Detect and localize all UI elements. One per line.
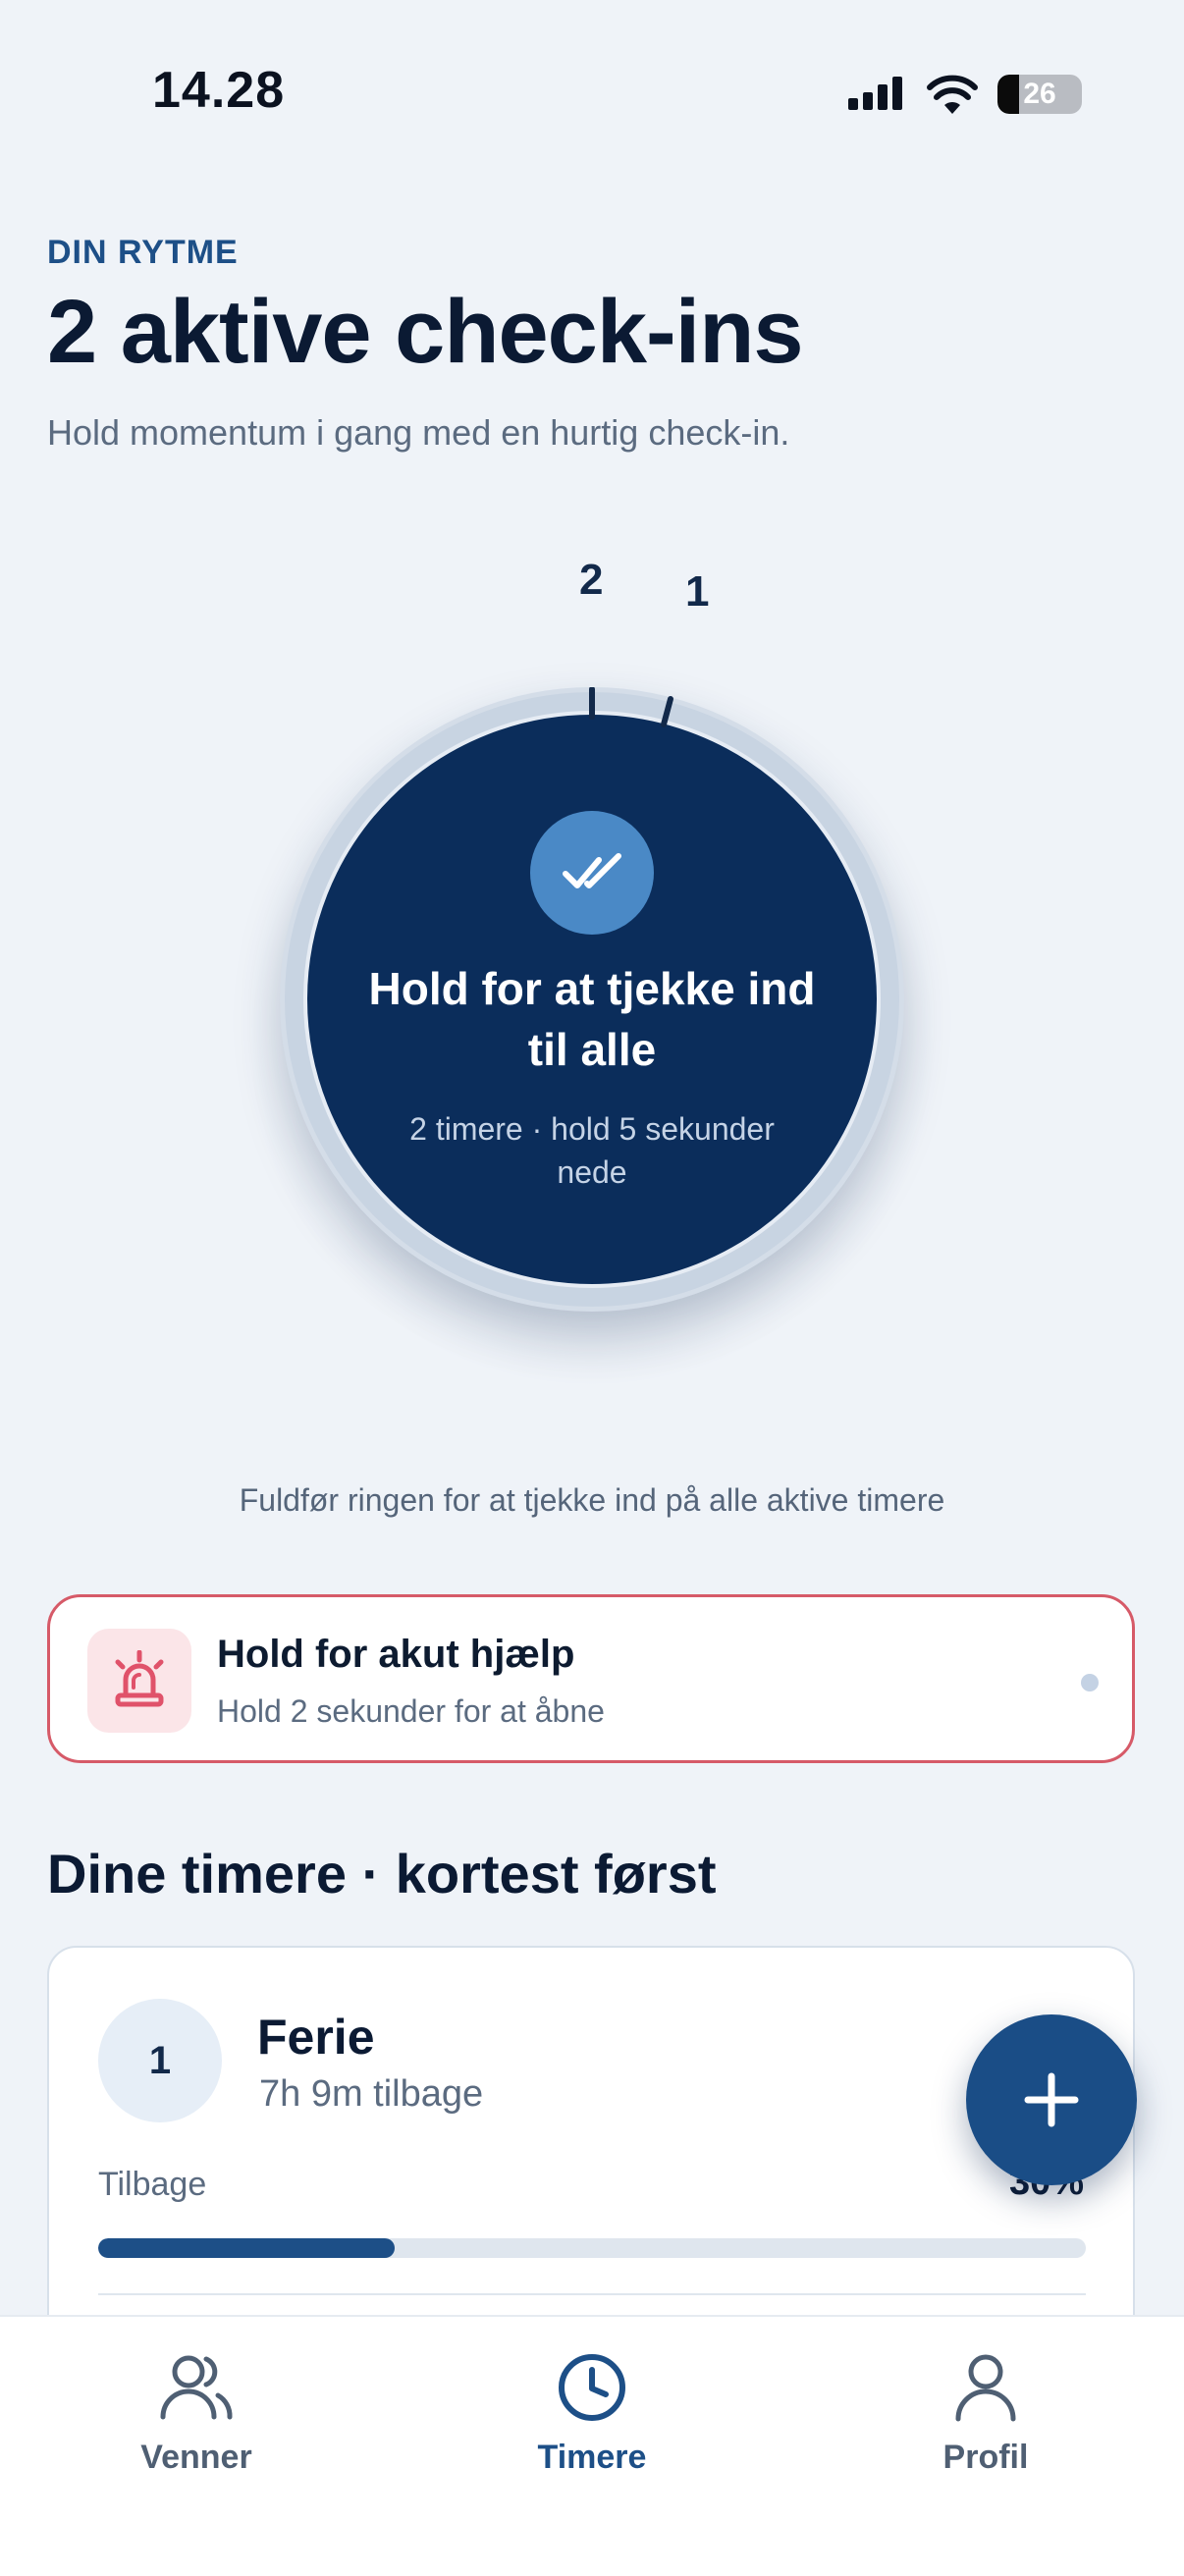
- person-icon: [955, 2354, 1016, 2422]
- dial-subtitle: 2 timere · hold 5 sekunder nede: [409, 1111, 775, 1190]
- dial-tick-label: 2: [579, 556, 604, 604]
- dial-tick-label: 1: [685, 567, 710, 616]
- emergency-icon-container: [87, 1629, 191, 1733]
- emergency-status-dot: [1081, 1674, 1099, 1691]
- clock-icon: [559, 2354, 625, 2421]
- section-eyebrow: DIN RYTME: [47, 234, 239, 271]
- status-time: 14.28: [152, 62, 286, 119]
- tab-profil[interactable]: Profil: [838, 2317, 1133, 2494]
- wifi-icon: [927, 75, 978, 119]
- tab-venner[interactable]: Venner: [49, 2317, 344, 2494]
- emergency-title: Hold for akut hjælp: [217, 1633, 575, 1676]
- plus-icon: [1024, 2072, 1079, 2127]
- battery-tip: [1076, 88, 1081, 100]
- friends-icon: [160, 2355, 233, 2420]
- timers-section-heading: Dine timere · kortest først: [47, 1843, 717, 1905]
- card-divider: [98, 2293, 1086, 2295]
- emergency-help-button[interactable]: Hold for akut hjælp Hold 2 sekunder for …: [47, 1594, 1135, 1763]
- ring-hint-text: Fuldfør ringen for at tjekke ind på alle…: [239, 1482, 945, 1518]
- battery-icon: 26: [997, 75, 1082, 114]
- tab-label: Profil: [942, 2439, 1029, 2476]
- siren-icon: [115, 1650, 164, 1707]
- add-timer-button[interactable]: [966, 2014, 1137, 2185]
- bottom-tab-bar: Venner Timere Profil: [0, 2315, 1184, 2576]
- timer-rank-badge: 1: [98, 1999, 222, 2122]
- page-subtitle: Hold momentum i gang med en hurtig check…: [47, 412, 790, 453]
- tab-label: Venner: [140, 2439, 252, 2476]
- timer-remaining: 7h 9m tilbage: [259, 2073, 484, 2115]
- page-title: 2 aktive check-ins: [47, 282, 804, 382]
- cellular-signal-icon: [848, 77, 907, 115]
- progress-bar: [98, 2238, 1086, 2258]
- dial-title: Hold for at tjekke ind til alle: [368, 963, 816, 1075]
- progress-label: Tilbage: [98, 2166, 207, 2203]
- timer-name: Ferie: [257, 2010, 375, 2065]
- emergency-subtitle: Hold 2 sekunder for at åbne: [217, 1693, 605, 1729]
- battery-level: 26: [1023, 78, 1056, 110]
- progress-bar-fill: [98, 2238, 395, 2258]
- double-check-icon: [530, 811, 654, 935]
- tab-timere[interactable]: Timere: [445, 2317, 739, 2494]
- tab-label: Timere: [537, 2439, 647, 2476]
